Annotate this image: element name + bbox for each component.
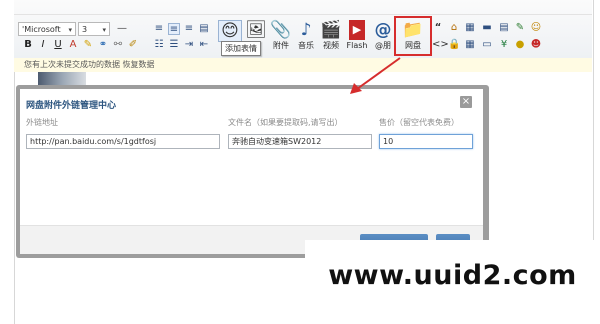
unordered-list-icon[interactable]: ☰ bbox=[168, 39, 180, 51]
emoji-icon: 😊 bbox=[218, 20, 242, 42]
draft-recovery-notice: 您有上次未提交成功的数据 恢复数据 bbox=[14, 58, 592, 72]
draft-recovery-text[interactable]: 您有上次未提交成功的数据 恢复数据 bbox=[24, 60, 155, 69]
emoji-tooltip: 添加表情 bbox=[221, 41, 261, 56]
site-watermark: www.uuid2.com bbox=[305, 240, 600, 324]
at-sign-icon: @ bbox=[374, 20, 392, 40]
coin-icon[interactable]: ● bbox=[514, 39, 526, 51]
qq-icon[interactable]: ☺ bbox=[530, 22, 542, 34]
price-label: 售价（留空代表免费） bbox=[379, 118, 459, 127]
font-size-value: 3 bbox=[82, 25, 88, 34]
paperclip-icon: 📎 bbox=[270, 20, 292, 40]
indent-icon[interactable]: ⇥ bbox=[183, 39, 195, 51]
bold-icon[interactable]: B bbox=[22, 39, 34, 51]
image-button[interactable]: 🖼 bbox=[243, 20, 269, 40]
highlight-icon[interactable]: ✎ bbox=[82, 39, 94, 51]
flash-icon: ▶ bbox=[349, 20, 365, 40]
font-size-select[interactable]: 3 ▾ bbox=[78, 22, 110, 36]
font-family-value: 'Microsoft bbox=[22, 25, 61, 34]
font-family-select[interactable]: 'Microsoft ▾ bbox=[18, 22, 76, 36]
text-color-icon[interactable]: A bbox=[67, 39, 79, 51]
float-image-icon[interactable]: ▤ bbox=[198, 23, 210, 35]
close-icon[interactable]: × bbox=[460, 96, 472, 108]
filename-label: 文件名（如果要提取码,请写出） bbox=[228, 118, 343, 127]
table-icon[interactable]: ▦ bbox=[464, 22, 476, 34]
price-input[interactable] bbox=[379, 134, 473, 149]
filename-input[interactable] bbox=[228, 134, 372, 149]
chevron-down-icon: ▾ bbox=[102, 26, 106, 34]
image-icon: 🖼 bbox=[245, 20, 267, 40]
align-left-icon[interactable]: ≡ bbox=[153, 23, 165, 35]
horizontal-rule-icon[interactable]: — bbox=[116, 23, 128, 35]
align-right-icon[interactable]: ≡ bbox=[183, 23, 195, 35]
horizontal-line-icon[interactable]: ▬ bbox=[481, 22, 493, 34]
quote-icon[interactable]: “ bbox=[432, 22, 444, 34]
film-icon: 🎬 bbox=[320, 20, 342, 40]
code-icon[interactable]: <> bbox=[432, 39, 449, 51]
toolbar-divider bbox=[14, 14, 592, 15]
url-label: 外链地址 bbox=[26, 118, 58, 127]
qq-face-icon[interactable]: ☻ bbox=[530, 39, 542, 51]
home-icon[interactable]: ⌂ bbox=[448, 22, 460, 34]
align-center-icon[interactable]: ≡ bbox=[168, 23, 180, 35]
edit-icon[interactable]: ✎ bbox=[514, 22, 526, 34]
mention-button[interactable]: @ @朋 bbox=[370, 20, 396, 51]
unlink-icon[interactable]: ⚯ bbox=[112, 39, 124, 51]
ordered-list-icon[interactable]: ☷ bbox=[153, 39, 165, 51]
chevron-down-icon: ▾ bbox=[68, 26, 72, 34]
grid-icon[interactable]: ▦ bbox=[464, 39, 476, 51]
link-icon[interactable]: ⚭ bbox=[97, 39, 109, 51]
clear-format-icon[interactable]: ✐ bbox=[127, 39, 139, 51]
italic-icon[interactable]: I bbox=[37, 39, 49, 51]
netdisk-highlight-box bbox=[394, 16, 432, 56]
dialog-title: 网盘附件外链管理中心 bbox=[26, 101, 117, 111]
outdent-icon[interactable]: ⇤ bbox=[198, 39, 210, 51]
url-input[interactable] bbox=[26, 134, 220, 149]
document-icon[interactable]: ▤ bbox=[498, 22, 510, 34]
music-note-icon: ♪ bbox=[300, 20, 312, 40]
lock-icon[interactable]: 🔒 bbox=[448, 39, 460, 51]
netdisk-link-dialog: 网盘附件外链管理中心 × 外链地址 文件名（如果要提取码,请写出） 售价（留空代… bbox=[20, 89, 483, 254]
emoji-button[interactable]: 😊 bbox=[217, 20, 243, 42]
hide-icon[interactable]: ▭ bbox=[481, 39, 493, 51]
underline-icon[interactable]: U bbox=[52, 39, 64, 51]
payment-icon[interactable]: ¥ bbox=[498, 39, 510, 51]
